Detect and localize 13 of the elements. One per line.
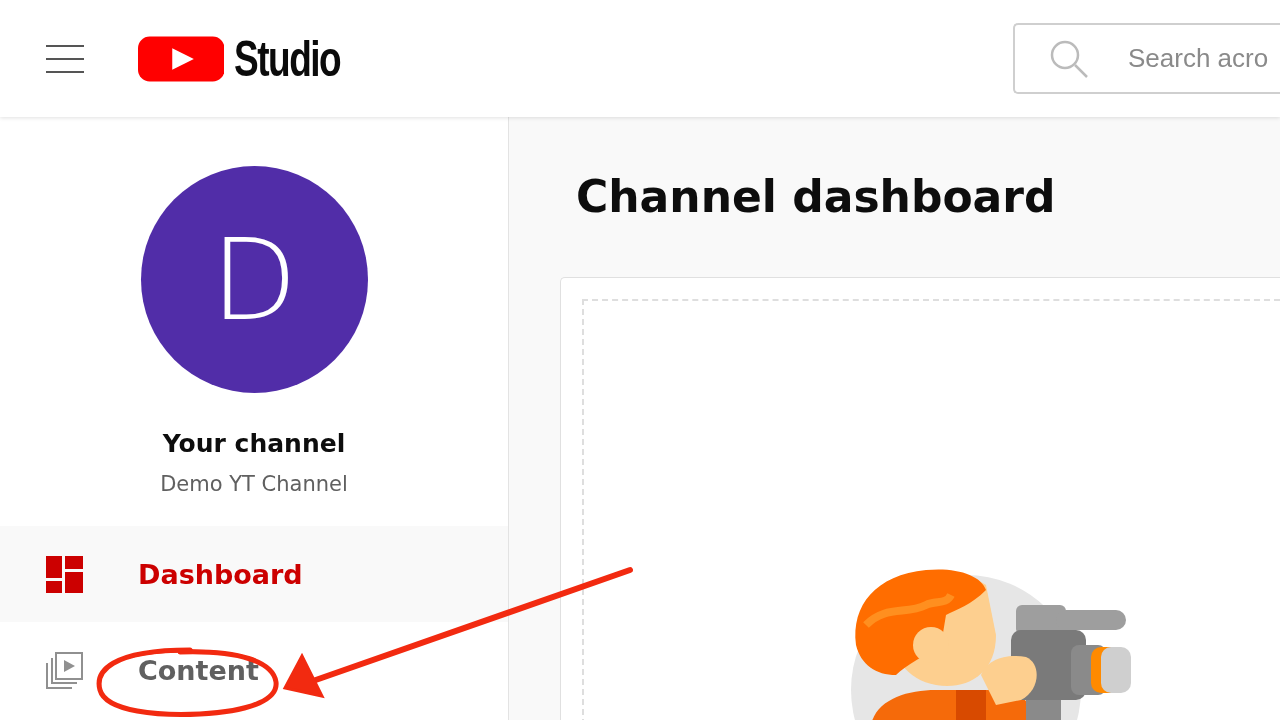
search-icon: [1050, 40, 1088, 78]
channel-name: Demo YT Channel: [160, 472, 348, 496]
sidebar-item[interactable]: Content: [0, 622, 508, 718]
video-stack-icon: [46, 651, 83, 689]
sidebar-item[interactable]: Dashboard: [0, 526, 508, 622]
play-logo-icon: [138, 33, 225, 84]
dashboard-icon: [46, 555, 83, 593]
menu-icon[interactable]: [46, 44, 84, 73]
channel-title: Your channel: [162, 429, 346, 458]
logo-text: Studio: [234, 33, 341, 84]
search-field[interactable]: Search acro: [1013, 23, 1280, 94]
channel-avatar[interactable]: D: [140, 166, 368, 393]
page-title: Channel dashboard: [575, 170, 1057, 224]
